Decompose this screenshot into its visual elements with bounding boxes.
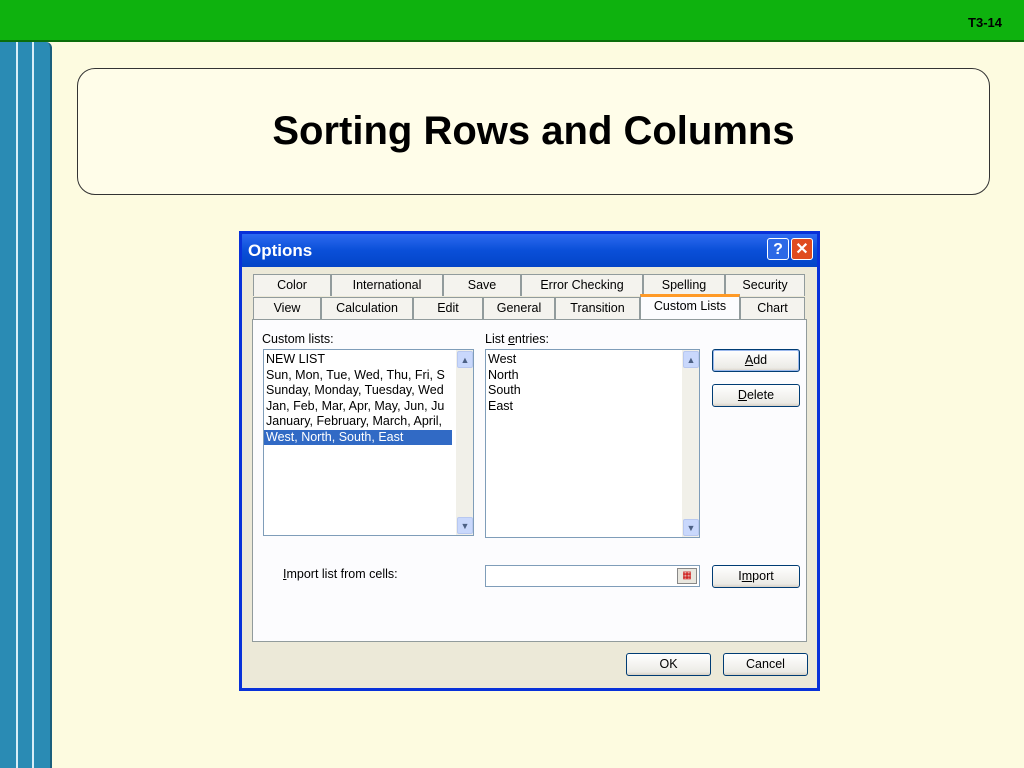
add-button[interactable]: Add [712,349,800,372]
tab-spelling[interactable]: Spelling [643,274,725,296]
list-item[interactable]: Sunday, Monday, Tuesday, Wed [264,383,473,399]
ok-button[interactable]: OK [626,653,711,676]
tab-general[interactable]: General [483,297,555,319]
list-entries-scrollbar[interactable]: ▲ ▼ [682,350,699,537]
import-button[interactable]: Import [712,565,800,588]
tab-edit[interactable]: Edit [413,297,483,319]
dialog-titlebar[interactable]: Options ? ✕ [242,234,817,267]
options-dialog: Options ? ✕ Color International Save Err… [239,231,820,691]
scroll-down-icon[interactable]: ▼ [457,517,473,534]
scroll-up-icon[interactable]: ▲ [457,351,473,368]
tab-custom-lists[interactable]: Custom Lists [640,294,740,319]
custom-lists-label: Custom lists: [262,332,334,346]
custom-lists-listbox[interactable]: NEW LIST Sun, Mon, Tue, Wed, Thu, Fri, S… [263,349,474,536]
help-icon[interactable]: ? [767,238,789,260]
scroll-up-icon[interactable]: ▲ [683,351,699,368]
list-entry: East [488,398,514,413]
tab-calculation[interactable]: Calculation [321,297,413,319]
tab-international[interactable]: International [331,274,443,296]
close-icon[interactable]: ✕ [791,238,813,260]
slide-title-box: Sorting Rows and Columns [77,68,990,195]
custom-lists-scrollbar[interactable]: ▲ ▼ [456,350,473,535]
list-item[interactable]: NEW LIST [264,352,473,368]
tab-chart[interactable]: Chart [740,297,805,319]
collapse-dialog-icon[interactable]: ▦ [677,568,697,584]
list-entry: West [488,352,517,366]
tab-save[interactable]: Save [443,274,521,296]
delete-button[interactable]: Delete [712,384,800,407]
dialog-title: Options [248,241,313,260]
list-item[interactable]: Sun, Mon, Tue, Wed, Thu, Fri, S [264,368,473,384]
scroll-down-icon[interactable]: ▼ [683,519,699,536]
list-entries-label: List entries: [485,332,549,346]
list-entry: North [488,367,519,382]
list-item[interactable]: January, February, March, April, [264,414,473,430]
slide-title: Sorting Rows and Columns [272,109,795,153]
list-entries-textarea[interactable]: West North South East ▲ ▼ [485,349,700,538]
tab-security[interactable]: Security [725,274,805,296]
tab-view[interactable]: View [253,297,321,319]
list-item-selected[interactable]: West, North, South, East [264,429,452,445]
slide-number: T3-14 [968,15,1002,30]
sidebar-stripe [16,42,18,768]
cancel-button[interactable]: Cancel [723,653,808,676]
tab-transition[interactable]: Transition [555,297,640,319]
import-list-label: Import list from cells: [283,567,398,581]
sidebar-stripe [32,42,34,768]
import-range-input[interactable]: ▦ [485,565,700,587]
slide-sidebar [0,42,52,768]
slide-header-bar: T3-14 [0,0,1024,42]
list-item[interactable]: Jan, Feb, Mar, Apr, May, Jun, Ju [264,399,473,415]
list-entry: South [488,383,521,397]
tab-error-checking[interactable]: Error Checking [521,274,643,296]
tab-color[interactable]: Color [253,274,331,296]
custom-lists-panel: Custom lists: NEW LIST Sun, Mon, Tue, We… [252,319,807,642]
